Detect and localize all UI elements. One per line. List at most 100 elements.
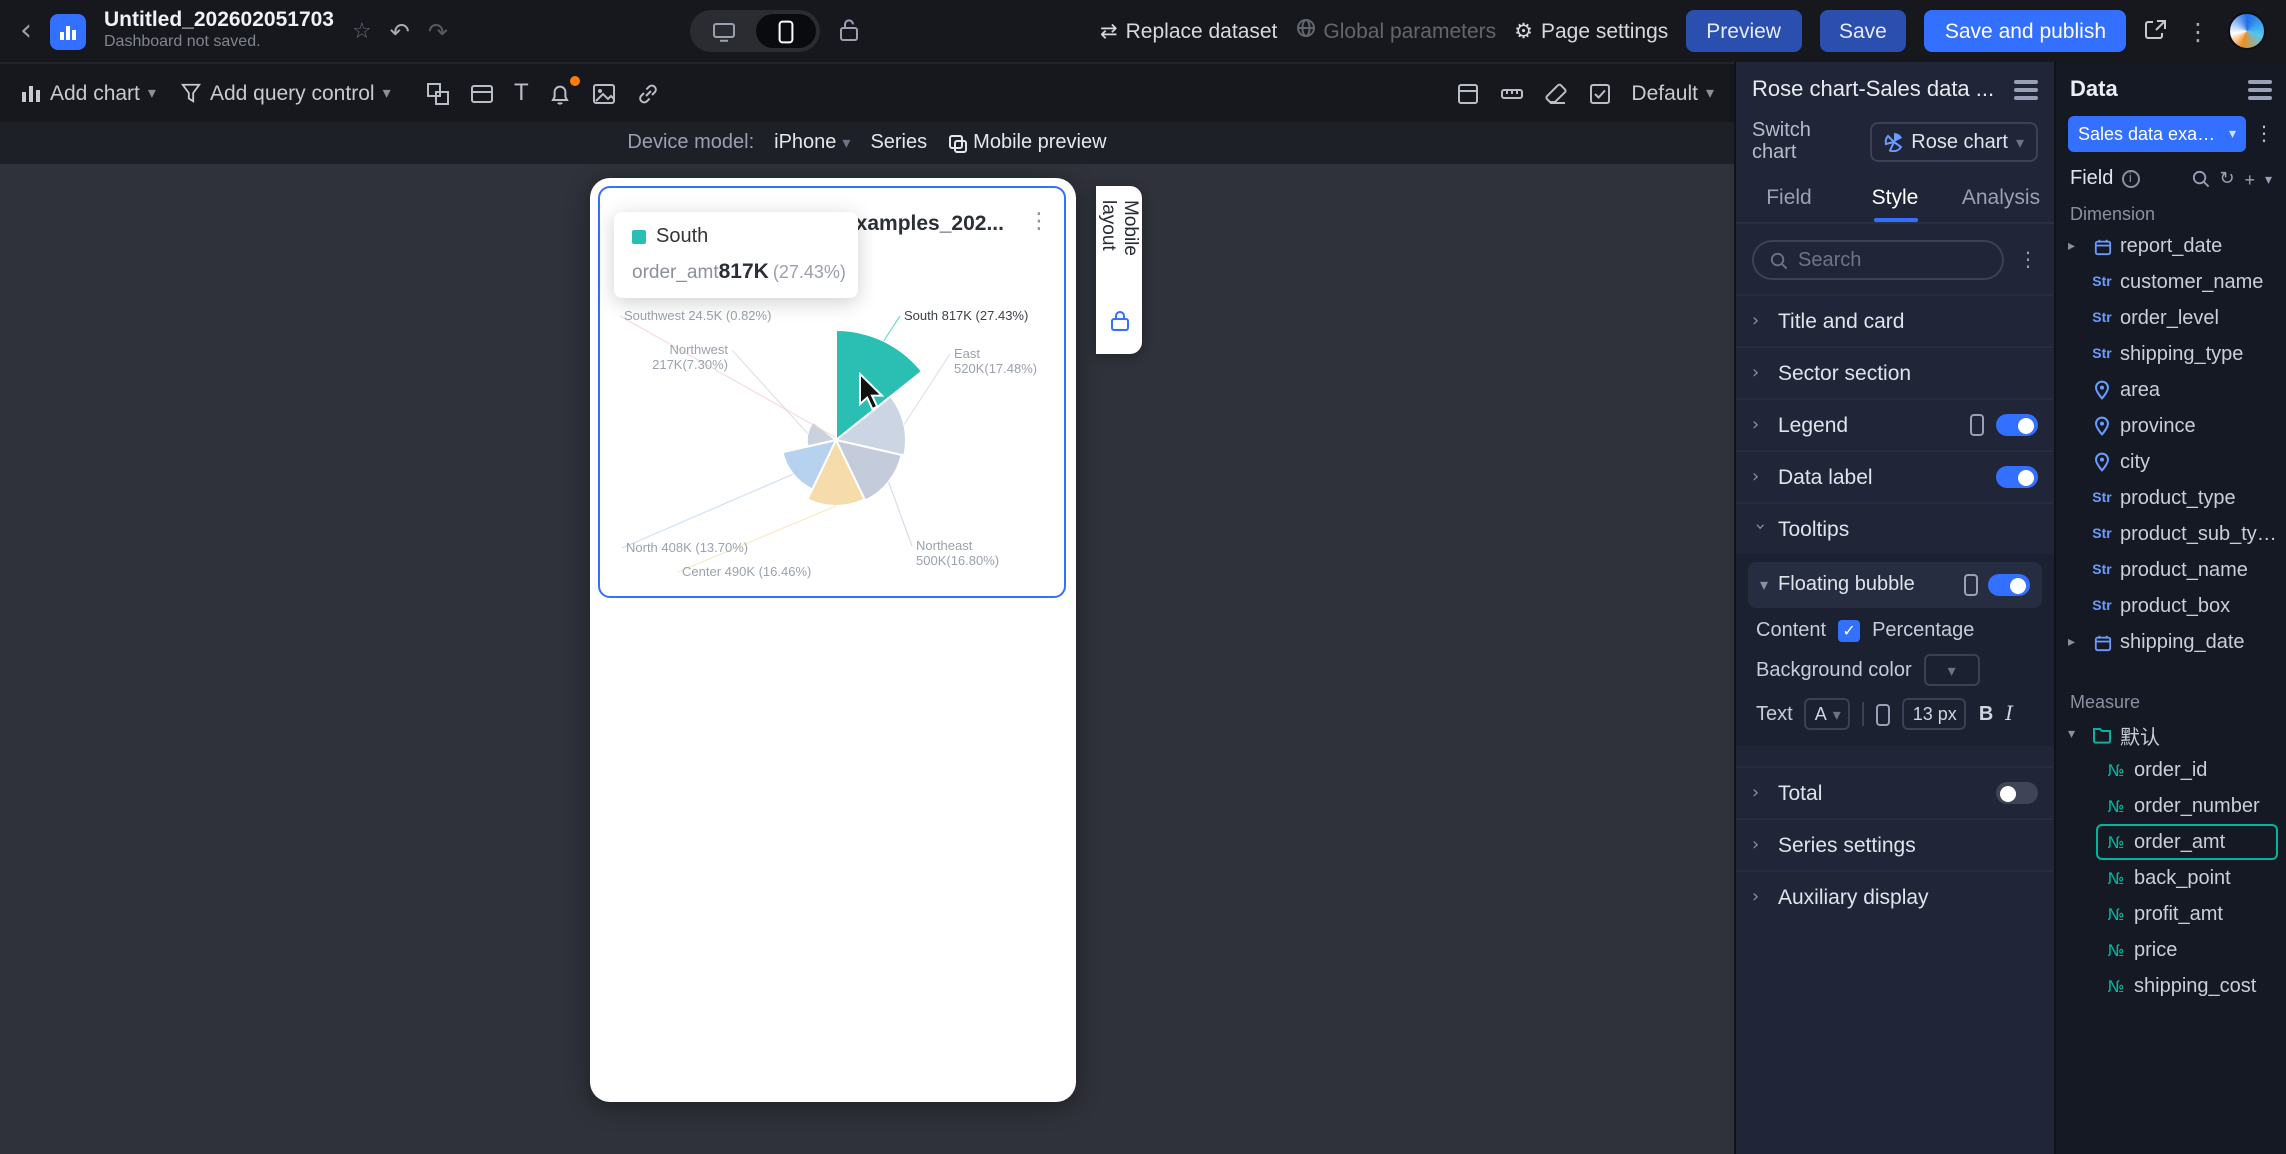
collapse-fields-icon[interactable]: ▾ <box>2265 171 2272 187</box>
section-data-label[interactable]: › Data label <box>1736 450 2054 502</box>
background-color-select[interactable]: ▾ <box>1923 654 1980 686</box>
italic-button[interactable]: I <box>2005 703 2013 725</box>
tree-caret-icon[interactable]: ▸ <box>2068 634 2084 650</box>
search-options-icon[interactable]: ⋮ <box>2018 249 2038 271</box>
measure-profit_amt[interactable]: № profit_amt <box>2096 896 2278 932</box>
dataset-select[interactable]: Sales data exam... ▾ <box>2068 116 2246 152</box>
measure-shipping_cost[interactable]: № shipping_cost <box>2096 968 2278 1004</box>
add-chart-button[interactable]: Add chart ▾ <box>20 81 156 105</box>
measure-order_id[interactable]: № order_id <box>2096 752 2278 788</box>
chevron-down-icon: ▾ <box>2228 126 2236 142</box>
floating-bubble-toggle[interactable] <box>1988 574 2030 596</box>
group-icon[interactable] <box>427 81 451 105</box>
chevron-down-icon: ▾ <box>1760 576 1769 594</box>
section-legend[interactable]: › Legend <box>1736 398 2054 450</box>
bold-button[interactable]: B <box>1979 703 1993 725</box>
undo-icon[interactable]: ↶ <box>390 19 410 43</box>
measure-order_number[interactable]: № order_number <box>2096 788 2278 824</box>
measure-group[interactable]: ▾ 默认 <box>2056 716 2286 752</box>
divider <box>1862 702 1865 726</box>
layout-lock-icon[interactable] <box>1109 306 1129 342</box>
tree-caret-open-icon[interactable]: ▾ <box>2068 726 2084 742</box>
lock-icon[interactable] <box>837 17 859 45</box>
chart-menu-icon[interactable]: ⋮ <box>1028 208 1050 234</box>
measure-back_point[interactable]: № back_point <box>2096 860 2278 896</box>
sector-label-northeast: Northeast 500K(16.80%) <box>916 538 999 568</box>
panel-menu-icon[interactable] <box>2014 80 2038 100</box>
theme-select[interactable]: Default ▾ <box>1631 81 1714 105</box>
add-query-control-button[interactable]: Add query control ▾ <box>180 81 391 105</box>
theme-icon[interactable] <box>1455 81 1479 105</box>
page-settings-button[interactable]: ⚙ Page settings <box>1514 19 1668 43</box>
mobile-layout-tab[interactable]: Mobile layout <box>1096 186 1142 354</box>
toggle[interactable] <box>1996 414 2038 436</box>
dimension-city[interactable]: city <box>2056 444 2286 480</box>
dimension-order_level[interactable]: Str order_level <box>2056 300 2286 336</box>
measure-price[interactable]: № price <box>2096 932 2278 968</box>
section-total[interactable]: › Total <box>1736 766 2054 818</box>
phone-icon <box>1964 574 1978 596</box>
ruler-icon[interactable] <box>1499 81 1523 105</box>
section-sector-section[interactable]: › Sector section <box>1736 346 2054 398</box>
share-icon[interactable] <box>2144 17 2168 45</box>
chevron-icon: › <box>1752 415 1760 435</box>
style-search-input[interactable]: Search <box>1752 240 2004 280</box>
dimension-shipping_date[interactable]: ▸ shipping_date <box>2056 624 2286 660</box>
refresh-icon[interactable]: ↻ <box>2219 169 2234 189</box>
section-title-and-card[interactable]: › Title and card <box>1736 294 2054 346</box>
panel-menu-icon[interactable] <box>2248 80 2272 100</box>
font-color-select[interactable]: A ▾ <box>1804 698 1851 730</box>
tab-analysis[interactable]: Analysis <box>1948 174 2054 222</box>
device-model-select[interactable]: iPhone ▾ <box>774 132 850 154</box>
dimension-area[interactable]: area <box>2056 372 2286 408</box>
card-icon[interactable] <box>471 81 495 105</box>
device-bar: Device model: iPhone ▾ Series Mobile pre… <box>0 122 1734 164</box>
preview-button[interactable]: Preview <box>1686 10 1801 52</box>
save-and-publish-button[interactable]: Save and publish <box>1924 10 2126 52</box>
tree-caret-icon[interactable]: ▸ <box>2068 238 2084 254</box>
sector-label-southwest: Southwest 24.5K (0.82%) <box>624 308 771 323</box>
eraser-icon[interactable] <box>1543 81 1567 105</box>
floating-bubble-row[interactable]: ▾ Floating bubble <box>1748 562 2042 608</box>
link-icon[interactable] <box>636 81 660 105</box>
user-avatar[interactable] <box>2228 12 2266 50</box>
mobile-preview-button[interactable]: Mobile preview <box>947 132 1107 154</box>
device-series-select[interactable]: Series <box>870 132 927 154</box>
measure-order_amt[interactable]: № order_amt <box>2096 824 2278 860</box>
dimension-product_box[interactable]: Str product_box <box>2056 588 2286 624</box>
toggle[interactable] <box>1996 466 2038 488</box>
font-size-select[interactable]: 13 px <box>1902 698 1967 730</box>
chart-type-select[interactable]: Rose chart ▾ <box>1869 122 2038 162</box>
mobile-canvas[interactable]: examples_202... ⋮ South 817K (27.43%) Eas… <box>0 164 1734 1154</box>
percentage-checkbox[interactable]: ✓ <box>1838 620 1861 642</box>
search-fields-icon[interactable] <box>2191 170 2209 188</box>
dataset-menu-icon[interactable]: ⋮ <box>2254 123 2274 145</box>
toggle[interactable] <box>1996 782 2038 804</box>
globe-icon <box>1295 18 1315 44</box>
section-auxiliary-display[interactable]: › Auxiliary display <box>1736 870 2054 922</box>
favorite-icon[interactable]: ☆ <box>352 18 372 44</box>
more-menu-icon[interactable]: ⋮ <box>2186 19 2210 43</box>
tab-field[interactable]: Field <box>1736 174 1842 222</box>
dimension-province[interactable]: province <box>2056 408 2286 444</box>
section-tooltips[interactable]: › Tooltips <box>1736 502 2054 554</box>
save-button[interactable]: Save <box>1819 10 1907 52</box>
string-type-icon: Str <box>2092 347 2112 361</box>
dimension-product_sub_type[interactable]: Str product_sub_type <box>2056 516 2286 552</box>
section-series-settings[interactable]: › Series settings <box>1736 818 2054 870</box>
text-tool-icon[interactable]: T <box>515 82 528 104</box>
dimension-product_type[interactable]: Str product_type <box>2056 480 2286 516</box>
dimension-report_date[interactable]: ▸ report_date <box>2056 228 2286 264</box>
add-field-icon[interactable]: + <box>2244 169 2255 189</box>
dimension-shipping_type[interactable]: Str shipping_type <box>2056 336 2286 372</box>
tab-style[interactable]: Style <box>1842 174 1948 222</box>
mobile-mode-button[interactable] <box>755 14 815 48</box>
back-icon[interactable]: ‹ <box>20 15 32 46</box>
dimension-product_name[interactable]: Str product_name <box>2056 552 2286 588</box>
dimension-customer_name[interactable]: Str customer_name <box>2056 264 2286 300</box>
image-icon[interactable] <box>592 81 616 105</box>
batch-select-icon[interactable] <box>1587 81 1611 105</box>
desktop-mode-button[interactable] <box>693 14 753 48</box>
replace-dataset-button[interactable]: ⇄ Replace dataset <box>1100 19 1277 43</box>
notification-icon[interactable] <box>548 73 583 105</box>
